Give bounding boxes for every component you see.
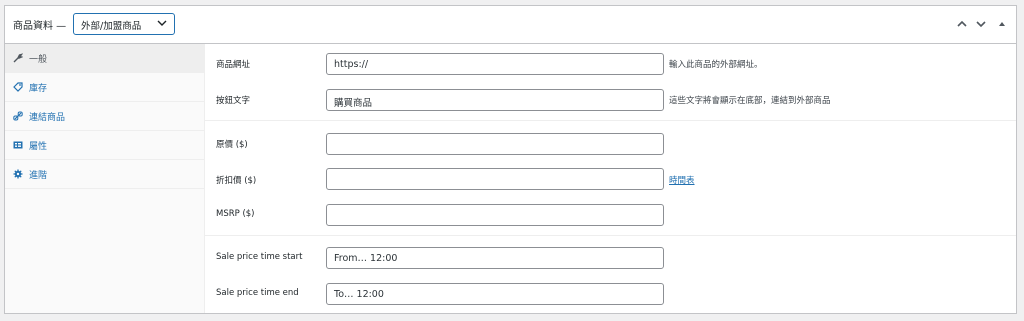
sale-start-value: From… 12:00: [334, 253, 398, 264]
sale-end-value: To… 12:00: [334, 289, 384, 300]
sale-start-input[interactable]: From… 12:00: [326, 247, 664, 269]
chevron-down-icon: [157, 20, 167, 26]
product-data-panel: 商品資料 — 外部/加盟商品 一般 庫存 連結商品 屬性 進階 商品網址 htt…: [4, 5, 1017, 314]
section-divider: [205, 235, 1016, 236]
gear-icon: [13, 169, 23, 179]
tab-general[interactable]: 一般: [5, 44, 204, 73]
msrp-label: MSRP ($): [216, 209, 255, 219]
tab-label: 屬性: [29, 141, 48, 152]
sale-end-label: Sale price time end: [216, 288, 299, 298]
button-text-input[interactable]: 購買商品: [326, 89, 664, 111]
wrench-icon: [13, 53, 23, 63]
product-url-input[interactable]: https://: [326, 53, 664, 75]
schedule-link[interactable]: 時間表: [669, 174, 695, 186]
tab-inventory[interactable]: 庫存: [5, 73, 204, 102]
button-text-value: 購買商品: [334, 98, 373, 109]
table-icon: [13, 140, 23, 150]
regular-price-input[interactable]: [326, 133, 664, 155]
sale-start-label: Sale price time start: [216, 252, 303, 262]
product-data-tabs: 一般 庫存 連結商品 屬性 進階: [5, 44, 205, 313]
tab-attributes[interactable]: 屬性: [5, 131, 204, 160]
sale-price-label: 折扣價 ($): [216, 176, 257, 186]
section-divider: [205, 120, 1016, 121]
msrp-input[interactable]: [326, 204, 664, 226]
triangle-up-icon[interactable]: [995, 17, 1009, 31]
button-text-hint: 這些文字將會顯示在底部，連結到外部商品: [669, 96, 831, 106]
product-url-value: https://: [334, 59, 369, 70]
tab-label: 庫存: [29, 83, 48, 94]
chevron-down-icon[interactable]: [974, 17, 988, 31]
sale-price-input[interactable]: [326, 168, 664, 190]
button-text-label: 按鈕文字: [216, 96, 251, 106]
product-url-hint: 輸入此商品的外部網址。: [669, 60, 763, 70]
link-icon: [13, 111, 23, 121]
chevron-up-icon[interactable]: [955, 17, 969, 31]
tag-icon: [13, 82, 23, 92]
tab-label: 連結商品: [29, 112, 66, 123]
tab-label: 一般: [29, 54, 48, 65]
panel-header: 商品資料 — 外部/加盟商品: [5, 6, 1016, 44]
regular-price-label: 原價 ($): [216, 140, 248, 150]
tab-linked-products[interactable]: 連結商品: [5, 102, 204, 131]
product-url-label: 商品網址: [216, 60, 251, 70]
product-type-select[interactable]: 外部/加盟商品: [73, 13, 175, 35]
sale-end-input[interactable]: To… 12:00: [326, 283, 664, 305]
panel-title: 商品資料 —: [13, 21, 67, 32]
tab-label: 進階: [29, 170, 48, 181]
tab-advanced[interactable]: 進階: [5, 160, 204, 189]
product-type-value: 外部/加盟商品: [81, 21, 142, 32]
